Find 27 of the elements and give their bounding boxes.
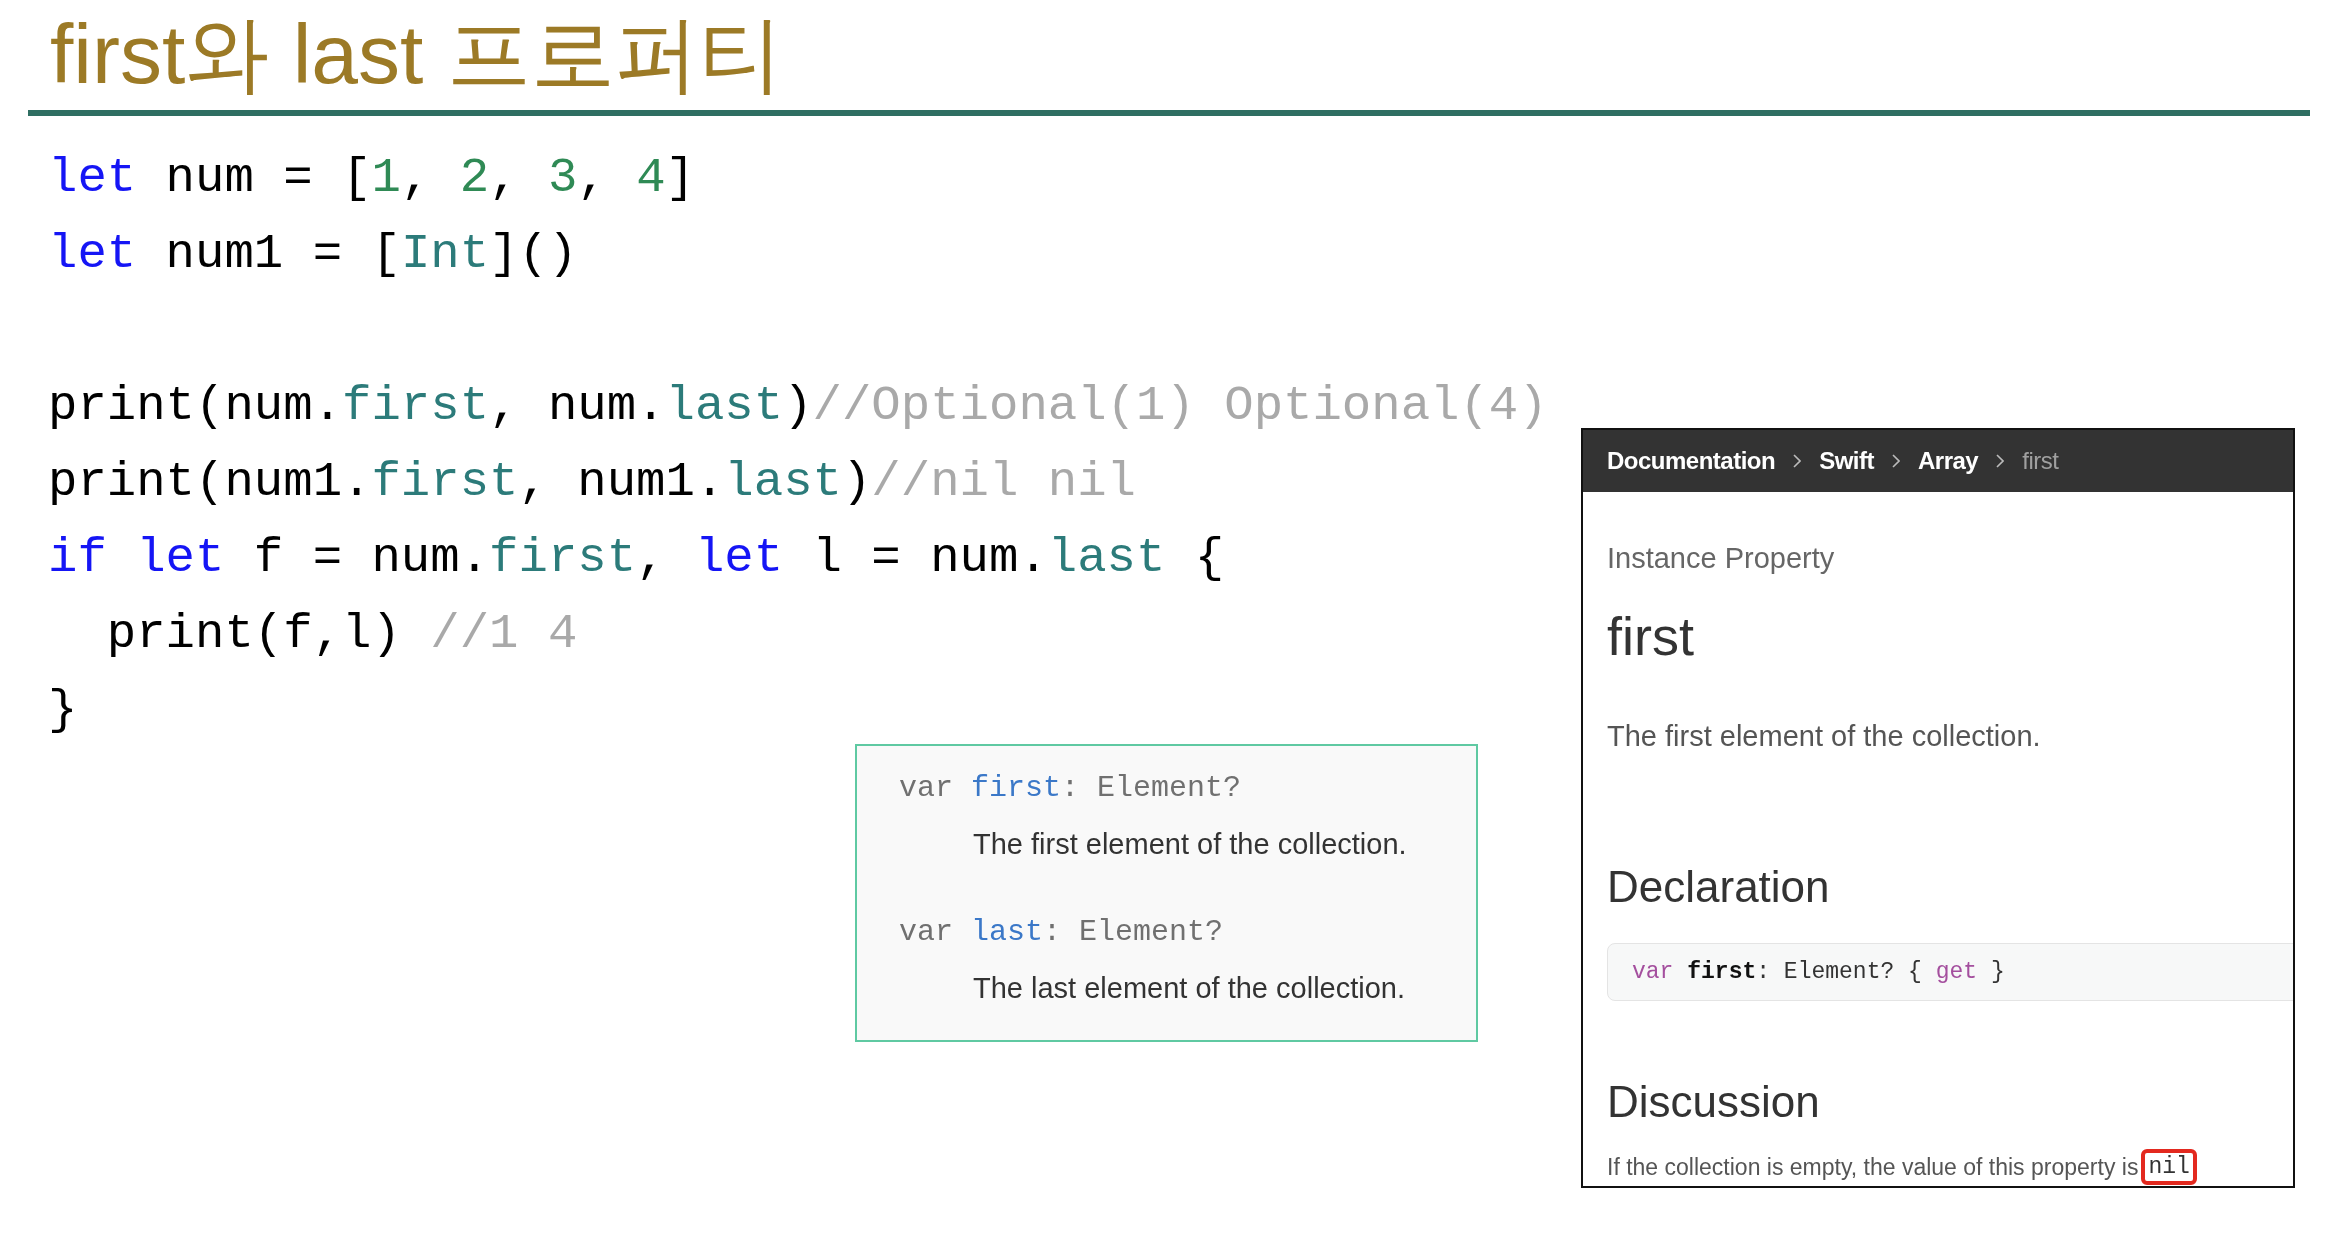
breadcrumb-link[interactable]: Array xyxy=(1918,447,1979,475)
breadcrumb-link[interactable]: Documentation xyxy=(1607,447,1776,475)
code-line: print(f,l) //1 4 xyxy=(105,605,578,664)
property-title: first xyxy=(1607,605,1695,667)
summary-text: The last element of the collection. xyxy=(973,971,1405,1006)
code-line: print(num.first, num.last)//Optional(1) Optional(4) xyxy=(48,377,1548,436)
chevron-icon xyxy=(1996,454,2005,468)
chevron-icon xyxy=(1793,454,1802,468)
current-page-label: first xyxy=(2022,447,2059,475)
code-block: var first: Element? { get } xyxy=(1607,943,2293,1001)
property-kind-label: Instance Property xyxy=(1607,542,1836,575)
discussion-text: If the collection is empty, the value of this property is xyxy=(1607,1153,2139,1181)
abstract-text: The first element of the collection. xyxy=(1607,720,2042,753)
highlighted-code: nil xyxy=(2141,1149,2197,1185)
breadcrumb-link[interactable]: Swift xyxy=(1819,447,1874,475)
section-heading: Discussion xyxy=(1607,1077,1820,1127)
summary-text: The first element of the collection. xyxy=(973,827,1407,862)
code-line: } xyxy=(48,681,78,740)
code-line: if let f = num.first, let l = num.last { xyxy=(48,529,1225,588)
code-line: print(num1.first, num1.last)//nil nil xyxy=(48,453,1136,512)
chevron-icon xyxy=(1892,454,1900,468)
declaration-code: var last: Element? xyxy=(899,914,1224,951)
code-line: let num1 = [Int]() xyxy=(48,225,578,284)
section-heading: Declaration xyxy=(1607,862,1830,912)
slide-title: first와 last 프로퍼티 xyxy=(49,6,784,103)
code-line: let num = [1, 2, 3, 4] xyxy=(48,149,695,208)
declaration-code: var first: Element? xyxy=(899,770,1242,807)
